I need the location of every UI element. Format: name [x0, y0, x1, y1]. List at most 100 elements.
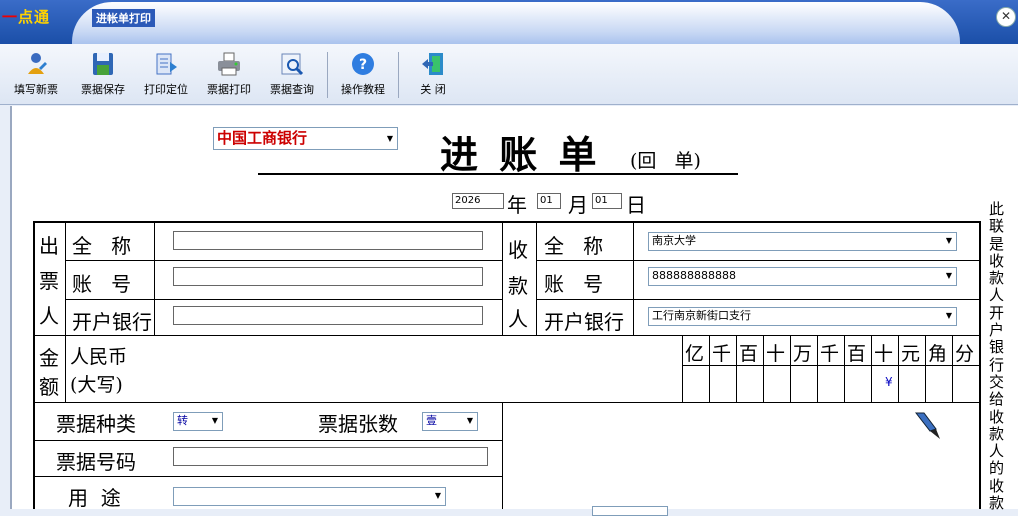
row-divider [33, 440, 502, 441]
col-divider [536, 221, 537, 335]
payee-name-label: 全 称 [544, 234, 604, 258]
new-ticket-label: 填写新票 [14, 83, 58, 96]
chevron-down-icon: ▼ [386, 134, 393, 143]
payee-bank-select[interactable]: 工行南京新街口支行 ▼ [648, 307, 957, 326]
app-logo: 一点通 [2, 6, 50, 27]
payer-section-char: 出 [39, 234, 59, 258]
ticket-number-input[interactable] [173, 447, 488, 466]
payer-bank-label: 开户银行 [72, 310, 152, 334]
day-input[interactable]: 01 [592, 193, 622, 209]
digit-unit-label: 十 [874, 343, 894, 365]
close-window-label: 关 闭 [420, 83, 446, 96]
payee-name-select[interactable]: 南京大学 ▼ [648, 232, 957, 251]
ticket-number-label: 票据号码 [56, 450, 136, 474]
svg-text:?: ? [359, 57, 367, 73]
payee-account-select[interactable]: 888888888888 ▼ [648, 267, 957, 286]
table-left-border [33, 221, 35, 509]
chevron-down-icon: ▼ [945, 271, 952, 280]
form-subtitle: (回 单) [630, 150, 701, 172]
col-divider [65, 335, 66, 402]
save-icon [93, 53, 113, 75]
deposit-slip-form: 中国工商银行 ▼ 进 账 单 (回 单) 2026 年 01 月 01 日 出 … [10, 106, 1018, 516]
col-divider [633, 221, 634, 335]
new-ticket-icon [28, 53, 47, 74]
chevron-down-icon: ▼ [434, 491, 441, 500]
amount-section-char: 金 [39, 346, 59, 370]
digit-col-divider [952, 335, 953, 402]
row-divider [65, 299, 502, 300]
payee-section-char: 收 [508, 238, 528, 262]
side-note: 此联是收款人开户银行交给收款人的收款 [989, 200, 1005, 513]
ticket-count-value: 壹 [426, 414, 437, 427]
query-ticket-button[interactable]: 票据查询 [265, 50, 319, 97]
digit-col-divider [898, 335, 899, 402]
digit-col-divider [709, 335, 710, 402]
purpose-select[interactable]: ▼ [173, 487, 446, 506]
row-divider [536, 299, 980, 300]
chevron-down-icon: ▼ [945, 311, 952, 320]
print-position-button[interactable]: 打印定位 [140, 50, 192, 97]
ticket-type-select[interactable]: 转 ▼ [173, 412, 223, 431]
payee-name-value: 南京大学 [652, 234, 696, 247]
amount-capital-label: (大写) [70, 374, 123, 396]
ticket-count-select[interactable]: 壹 ▼ [422, 412, 478, 431]
close-window-button[interactable]: 关 闭 [408, 50, 458, 97]
payer-name-label: 全 称 [72, 234, 132, 258]
year-input[interactable]: 2026 [452, 193, 504, 209]
ticket-count-label: 票据张数 [318, 412, 398, 436]
window-title: 进帐单打印 [92, 9, 155, 27]
digit-unit-label: 元 [901, 343, 921, 365]
purpose-label: 用 途 [68, 486, 121, 510]
digit-col-divider [763, 335, 764, 402]
day-label: 日 [626, 193, 646, 217]
help-icon: ? [352, 53, 374, 75]
amount-section-char: 额 [39, 375, 59, 399]
digit-unit-label: 亿 [685, 343, 705, 365]
amount-rmb-label: 人民币 [70, 346, 128, 368]
payer-bank-input[interactable] [173, 306, 483, 325]
toolbar-separator [327, 52, 328, 98]
title-bar: 一点通 进帐单打印 ✕ [0, 0, 1018, 44]
form-title: 进 账 单 [440, 132, 601, 177]
chevron-down-icon: ▼ [466, 416, 473, 425]
search-icon [281, 53, 304, 76]
printer-icon [218, 52, 240, 76]
payer-name-input[interactable] [173, 231, 483, 250]
table-top-border [33, 221, 980, 223]
digit-unit-label: 十 [766, 343, 786, 365]
payee-bank-label: 开户银行 [544, 310, 624, 334]
col-divider [502, 221, 503, 335]
partial-input[interactable] [592, 506, 668, 516]
print-ticket-button[interactable]: 票据打印 [203, 50, 255, 97]
digit-col-divider [817, 335, 818, 402]
row-divider [33, 476, 502, 477]
month-input[interactable]: 01 [537, 193, 561, 209]
digit-unit-label: 百 [739, 343, 759, 365]
digit-col-divider [682, 335, 683, 402]
close-icon[interactable]: ✕ [996, 7, 1016, 27]
row-divider [536, 260, 980, 261]
payee-section-char: 款 [508, 274, 528, 298]
payer-account-input[interactable] [173, 267, 483, 286]
new-ticket-button[interactable]: 填写新票 [10, 50, 62, 97]
digit-col-divider [736, 335, 737, 402]
digit-unit-label: 百 [847, 343, 867, 365]
payee-section-char: 人 [508, 307, 528, 331]
payee-account-value: 888888888888 [652, 269, 736, 282]
digit-unit-label: 角 [928, 343, 948, 365]
ticket-type-label: 票据种类 [56, 412, 136, 436]
payee-bank-value: 工行南京新街口支行 [652, 309, 751, 322]
tutorial-button[interactable]: ? 操作教程 [336, 50, 390, 97]
save-ticket-button[interactable]: 票据保存 [76, 50, 130, 97]
bank-select[interactable]: 中国工商银行 ▼ [213, 127, 398, 150]
toolbar: 填写新票 票据保存 打印定位 票据打印 票据查询 ? 操作教程 关 闭 [0, 44, 1018, 105]
row-divider [33, 402, 980, 403]
query-ticket-label: 票据查询 [270, 83, 314, 96]
payer-account-label: 账 号 [72, 272, 132, 296]
col-divider [65, 221, 66, 335]
logo-text: 点通 [18, 8, 51, 26]
month-label: 月 [568, 193, 588, 217]
payee-account-label: 账 号 [544, 272, 604, 296]
digit-col-divider [790, 335, 791, 402]
digit-unit-label: 万 [793, 343, 813, 365]
